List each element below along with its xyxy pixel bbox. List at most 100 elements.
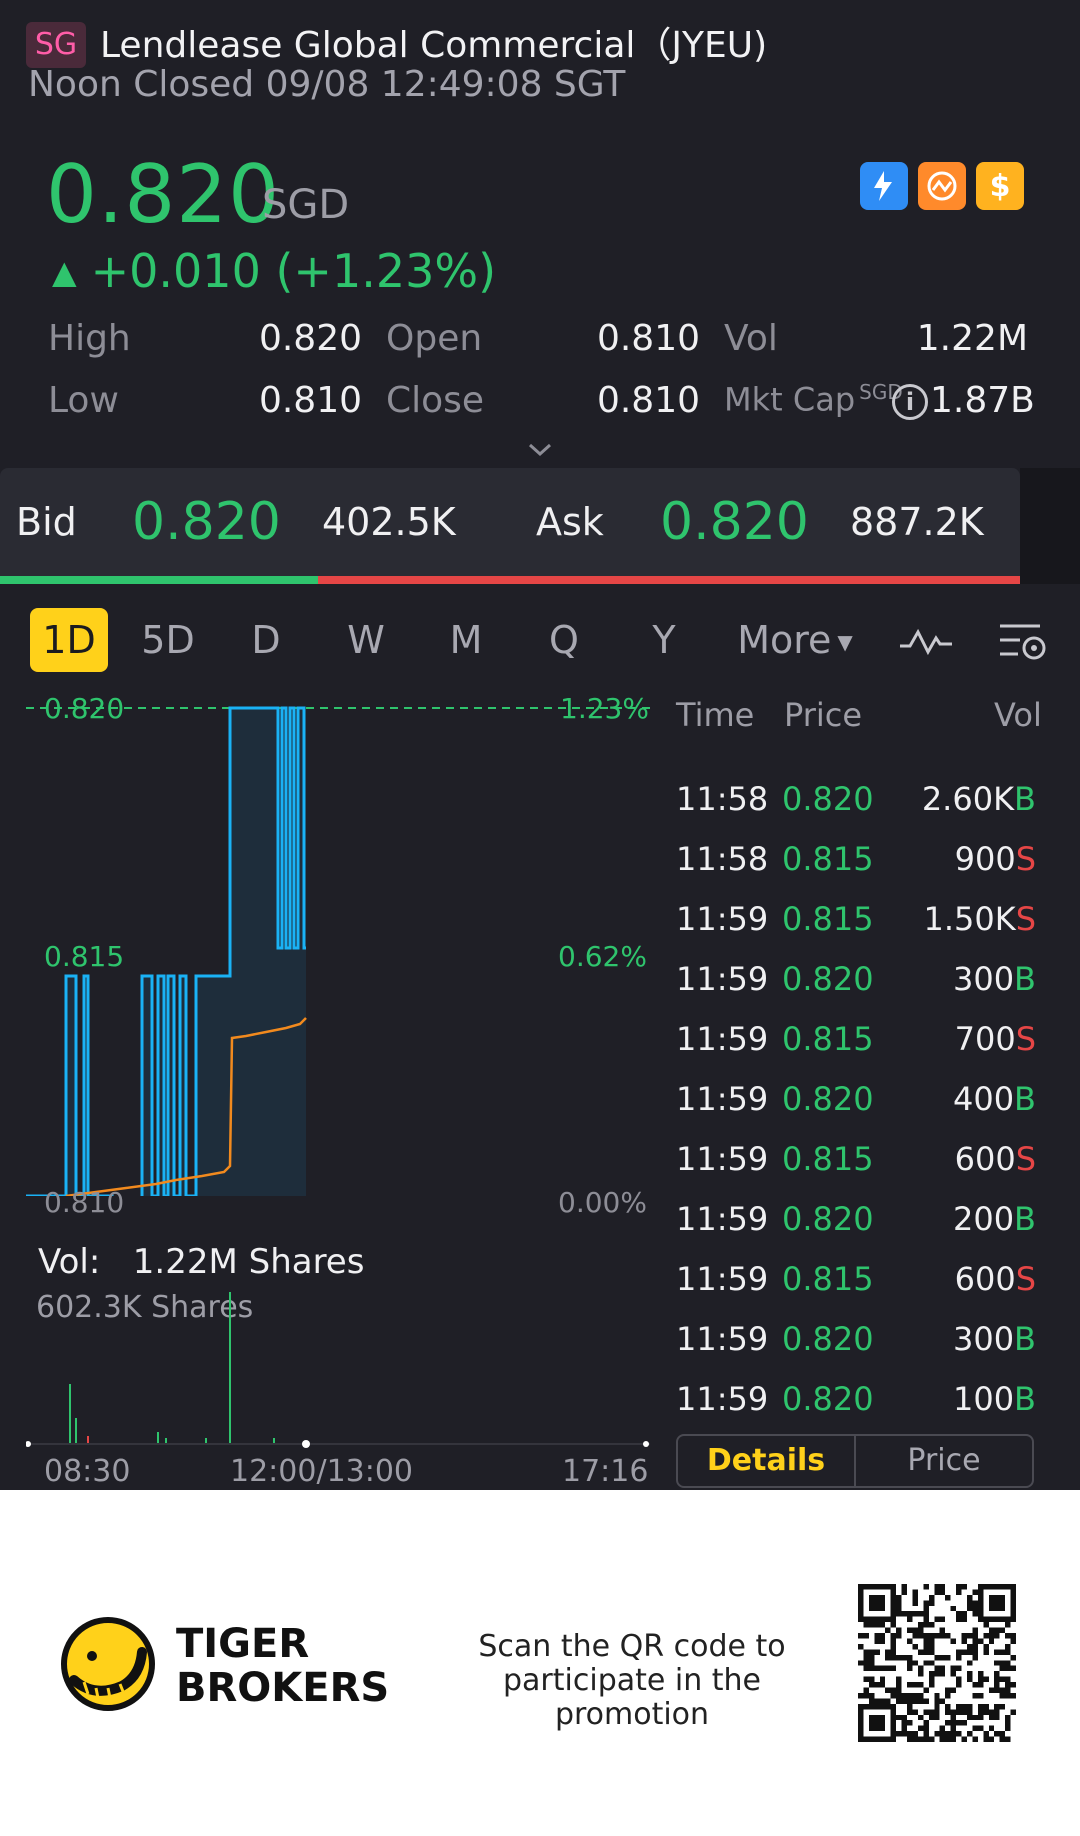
options-icon[interactable] <box>918 162 966 210</box>
tape-time: 11:58 <box>676 780 769 818</box>
period-tabs: 1D 5D D W M Q Y More ▼ <box>0 600 1080 676</box>
tape-row: 11:59 0.820 100B <box>676 1380 1036 1440</box>
tape-price: 0.815 <box>782 840 874 878</box>
tape-time: 11:59 <box>676 1320 769 1358</box>
tape-side: S <box>1015 840 1036 878</box>
market-badge: SG <box>26 22 86 68</box>
time-axis-end: 17:16 <box>562 1454 649 1489</box>
tape-side: S <box>1015 1020 1036 1058</box>
volume-title: Vol: 1.22M Shares <box>38 1242 365 1282</box>
close-label: Close <box>386 380 485 421</box>
tape-time: 11:59 <box>676 1140 769 1178</box>
tape-row: 11:58 0.815 900S <box>676 840 1036 900</box>
tape-price: 0.820 <box>782 780 874 818</box>
promo-text: Scan the QR code to participate in the p… <box>478 1629 786 1732</box>
tape-vol: 600S <box>954 1140 1036 1178</box>
tape-time: 11:59 <box>676 1080 769 1118</box>
tab-q[interactable]: Q <box>534 608 594 672</box>
tape-row: 11:59 0.815 700S <box>676 1020 1036 1080</box>
bid-ask-side <box>1020 468 1080 584</box>
tape-side: B <box>1014 780 1036 818</box>
bid-price: 0.820 <box>132 492 281 552</box>
tape-vol: 600S <box>954 1260 1036 1298</box>
caret-down-icon: ▼ <box>837 630 853 654</box>
tape-side: S <box>1015 1140 1036 1178</box>
tape-vol: 2.60KB <box>921 780 1036 818</box>
tape-row: 11:59 0.815 1.50KS <box>676 900 1036 960</box>
chart-settings-icon[interactable] <box>996 620 1052 664</box>
open-label: Open <box>386 318 483 359</box>
price-change: ▲ +0.010 (+1.23%) <box>52 244 496 298</box>
tape-price: 0.820 <box>782 1080 874 1118</box>
tape-col-time: Time <box>676 696 755 734</box>
pct-axis-mid: 0.62% <box>558 940 647 973</box>
info-icon[interactable]: i <box>892 384 928 420</box>
brand-name: TIGER BROKERS <box>176 1621 390 1711</box>
tape-tabs: Details Price <box>676 1434 1034 1488</box>
tape-vol: 900S <box>954 840 1036 878</box>
high-value: 0.820 <box>258 318 362 359</box>
tape-side: S <box>1015 900 1036 938</box>
mktcap-label: Mkt Cap SGD <box>724 380 903 419</box>
tape-vol: 700S <box>954 1020 1036 1058</box>
tab-price[interactable]: Price <box>856 1436 1032 1486</box>
price-axis-low: 0.810 <box>44 1186 125 1219</box>
up-triangle-icon: ▲ <box>52 253 77 291</box>
pct-axis-high: 1.23% <box>560 692 649 725</box>
tab-5d[interactable]: 5D <box>130 608 206 672</box>
stock-title[interactable]: Lendlease Global Commercial（JYEU) <box>100 16 767 68</box>
tape-vol: 1.50KS <box>923 900 1036 938</box>
ask-label: Ask <box>536 500 604 544</box>
chevron-down-icon[interactable] <box>526 436 554 464</box>
tab-y[interactable]: Y <box>634 608 694 672</box>
tab-d[interactable]: D <box>236 608 296 672</box>
tab-details[interactable]: Details <box>678 1436 856 1486</box>
tape-side: B <box>1014 1380 1036 1418</box>
tape-price: 0.815 <box>782 1140 874 1178</box>
price-currency: SGD <box>262 182 350 228</box>
tape-row: 11:59 0.820 200B <box>676 1200 1036 1260</box>
tab-m[interactable]: M <box>434 608 498 672</box>
tape-vol: 300B <box>952 960 1036 998</box>
tape-vol: 300B <box>952 1320 1036 1358</box>
close-value: 0.810 <box>596 380 700 421</box>
bid-ask-panel[interactable]: Bid 0.820 402.5K Ask 0.820 887.2K <box>0 468 1020 584</box>
tape-row: 11:58 0.820 2.60KB <box>676 780 1036 840</box>
tape-col-vol: Vol <box>994 696 1042 734</box>
tape-col-price: Price <box>784 696 863 734</box>
tab-more[interactable]: More ▼ <box>730 608 860 672</box>
vol-value: 1.22M <box>916 318 1028 359</box>
indicator-icon[interactable] <box>898 620 954 664</box>
market-status: Noon Closed 09/08 12:49:08 SGT <box>28 64 626 105</box>
ask-price: 0.820 <box>660 492 809 552</box>
price-axis-high: 0.820 <box>44 692 125 725</box>
tiger-logo-icon <box>61 1617 155 1711</box>
tape-row: 11:59 0.820 300B <box>676 960 1036 1020</box>
tape-row: 11:59 0.815 600S <box>676 1140 1036 1200</box>
tape-time: 11:59 <box>676 900 769 938</box>
lightning-icon[interactable] <box>860 162 908 210</box>
open-value: 0.810 <box>596 318 700 359</box>
tab-w[interactable]: W <box>334 608 398 672</box>
bid-label: Bid <box>16 500 77 544</box>
tape-side: B <box>1014 1320 1036 1358</box>
tape-side: B <box>1014 1080 1036 1118</box>
tape-time: 11:59 <box>676 960 769 998</box>
price-axis-mid: 0.815 <box>44 940 125 973</box>
dollar-icon[interactable]: $ <box>976 162 1024 210</box>
tape-price: 0.815 <box>782 1020 874 1058</box>
bid-size: 402.5K <box>322 500 456 544</box>
vol-label: Vol <box>724 318 778 359</box>
tape-side: B <box>1014 960 1036 998</box>
volume-chart <box>26 1292 650 1448</box>
price-change-text: +0.010 (+1.23%) <box>90 244 497 298</box>
tape-time: 11:58 <box>676 840 769 878</box>
tape-time: 11:59 <box>676 1020 769 1058</box>
tab-1d[interactable]: 1D <box>30 608 108 672</box>
time-axis-start: 08:30 <box>44 1454 131 1489</box>
tape-row: 11:59 0.815 600S <box>676 1260 1036 1320</box>
low-value: 0.810 <box>258 380 362 421</box>
qr-code[interactable] <box>858 1584 1016 1742</box>
tape-side: S <box>1015 1260 1036 1298</box>
quote-header: SG Lendlease Global Commercial（JYEU) Noo… <box>0 0 1080 112</box>
